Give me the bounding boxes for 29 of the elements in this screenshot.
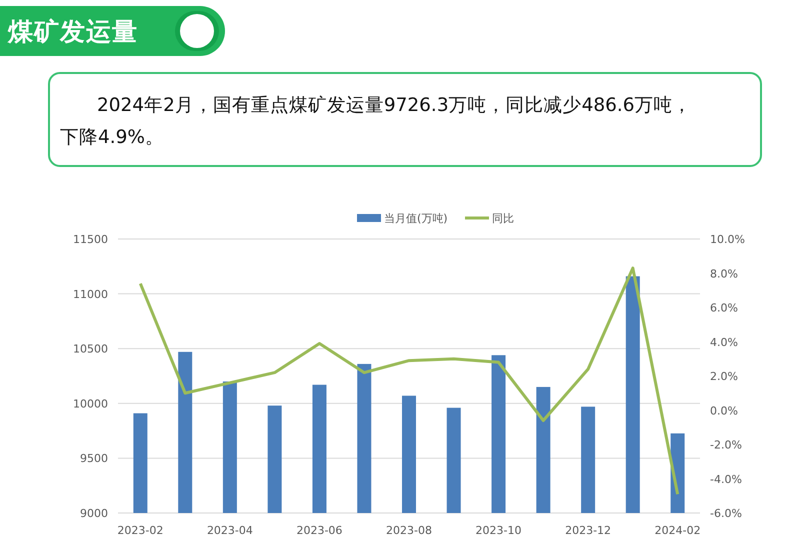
axis-label: 10500 bbox=[73, 342, 108, 356]
axis-label: 2023-12 bbox=[565, 524, 612, 537]
axis-label: 2023-04 bbox=[206, 524, 253, 537]
summary-text: 2024年2月，国有重点煤矿发运量9726.3万吨，同比减少486.6万吨，下降4.9%。 bbox=[60, 94, 693, 150]
axis-label: 4.0% bbox=[710, 336, 738, 349]
axis-label: 2024-02 bbox=[654, 524, 701, 537]
axis-label: 11000 bbox=[73, 288, 108, 301]
axis-label: 2.0% bbox=[710, 370, 738, 383]
axis-label: 2023-06 bbox=[296, 524, 342, 537]
axis-label: 10000 bbox=[73, 397, 108, 410]
section-title: 煤矿发运量 bbox=[8, 16, 138, 48]
legend-swatch bbox=[465, 216, 489, 220]
axis-label: 6.0% bbox=[710, 302, 738, 314]
legend-swatch bbox=[357, 214, 381, 222]
legend-label: 当月值(万吨) bbox=[384, 212, 448, 225]
axis-label: 0.0% bbox=[710, 404, 738, 418]
axis-label: 10.0% bbox=[710, 233, 745, 246]
axis-label: -6.0% bbox=[710, 507, 742, 520]
axis-label: 11500 bbox=[73, 233, 108, 246]
toggle-icon bbox=[175, 11, 219, 51]
axis-label: 2023-10 bbox=[476, 524, 522, 537]
legend-label: 同比 bbox=[492, 212, 514, 225]
axis-label: 8.0% bbox=[710, 267, 738, 280]
axis-label: 2023-08 bbox=[386, 524, 432, 537]
axis-label: 9500 bbox=[80, 452, 108, 466]
axis-label: 2023-02 bbox=[117, 524, 164, 537]
axis-label: 9000 bbox=[80, 507, 108, 520]
axis-label: -4.0% bbox=[710, 472, 742, 486]
axis-label: -2.0% bbox=[710, 438, 742, 452]
